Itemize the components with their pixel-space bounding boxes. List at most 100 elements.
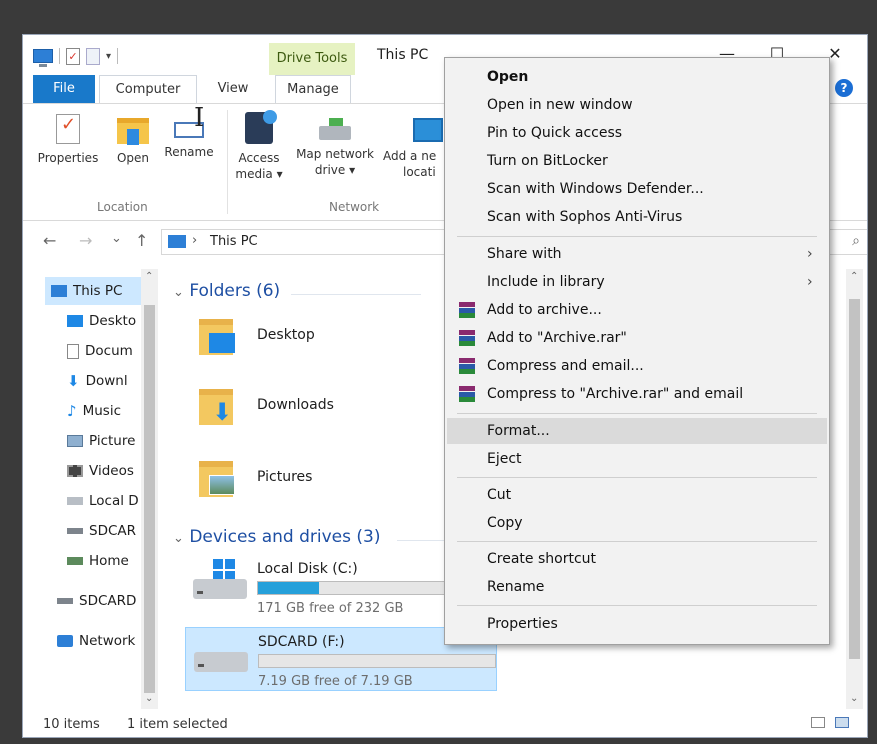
breadcrumb-chevron-icon[interactable]: › [192, 233, 197, 248]
menu-item-include-library[interactable]: Include in library › [447, 269, 827, 295]
menu-item-rename[interactable]: Rename [447, 574, 827, 600]
tab-manage[interactable]: Manage [275, 75, 351, 103]
collapse-chevron-icon[interactable]: ⌄ [173, 285, 184, 300]
menu-item-cut[interactable]: Cut [447, 482, 827, 508]
add-network-location-button[interactable]: Add a ne locati [383, 112, 445, 180]
videos-icon [67, 465, 83, 477]
tab-computer[interactable]: Computer [99, 75, 197, 103]
rename-button[interactable]: Rename [161, 110, 217, 160]
menu-item-compress-rar-email[interactable]: Compress to "Archive.rar" and email [447, 381, 827, 407]
drive-tools-header: Drive Tools [269, 43, 355, 75]
menu-item-add-archive-rar[interactable]: Add to "Archive.rar" [447, 325, 827, 351]
folder-label: Pictures [257, 469, 313, 485]
menu-item-open[interactable]: Open [447, 64, 827, 90]
scrollbar-thumb[interactable] [849, 299, 860, 659]
breadcrumb-this-pc[interactable]: This PC [210, 234, 258, 249]
sidebar-item-documents[interactable]: Docum [67, 337, 141, 365]
download-arrow-icon: ⬇ [211, 398, 233, 426]
menu-item-pin-quick-access[interactable]: Pin to Quick access [447, 120, 827, 146]
sidebar-item-home[interactable]: Home [67, 547, 141, 575]
section-title: Folders (6) [189, 281, 281, 301]
back-arrow-icon[interactable]: ← [43, 231, 56, 250]
customize-qat-chevron-icon[interactable]: ▾ [106, 51, 111, 62]
menu-item-add-archive[interactable]: Add to archive... [447, 297, 827, 323]
sidebar-item-desktop[interactable]: Deskto [67, 307, 141, 335]
scrollbar-thumb[interactable] [144, 305, 155, 693]
sidebar-item-label: Deskto [89, 313, 137, 329]
status-bar: 10 items 1 item selected [23, 709, 867, 737]
access-media-button[interactable]: Access media ▾ [233, 110, 285, 182]
scroll-up-chevron-icon[interactable]: ⌃ [850, 271, 858, 282]
add-location-label-1: Add a ne [383, 149, 437, 163]
menu-item-label: Rename [487, 579, 545, 595]
sidebar-item-label: Docum [85, 343, 133, 359]
properties-qat-icon[interactable]: ✓ [66, 47, 80, 65]
details-view-icon[interactable] [811, 717, 825, 728]
sidebar-item-label: Local D [89, 493, 139, 509]
devices-section-header[interactable]: ⌄ Devices and drives (3) [173, 527, 380, 547]
sidebar-item-label: Picture [89, 433, 136, 449]
recent-locations-chevron-icon[interactable]: ⌄ [111, 231, 122, 246]
sidebar-item-network[interactable]: Network [57, 627, 141, 655]
network-drive-icon [67, 557, 83, 565]
tab-view[interactable]: View [205, 75, 261, 103]
scroll-down-chevron-icon[interactable]: ⌄ [145, 693, 153, 704]
map-network-label-1: Map network [296, 147, 374, 161]
sidebar-item-label: Music [82, 403, 121, 419]
menu-item-scan-defender[interactable]: Scan with Windows Defender... [447, 176, 827, 202]
selection-count: 1 item selected [127, 717, 228, 732]
new-folder-qat-icon[interactable] [86, 47, 100, 65]
menu-separator [457, 477, 817, 478]
menu-item-label: Pin to Quick access [487, 125, 623, 141]
open-folder-icon [117, 118, 149, 145]
menu-item-compress-email[interactable]: Compress and email... [447, 353, 827, 379]
menu-item-properties[interactable]: Properties [447, 611, 827, 637]
menu-item-create-shortcut[interactable]: Create shortcut [447, 546, 827, 572]
address-input[interactable]: › This PC [161, 229, 451, 255]
scroll-down-chevron-icon[interactable]: ⌄ [850, 693, 858, 704]
menu-item-format[interactable]: Format... [447, 418, 827, 444]
menu-item-label: Turn on BitLocker [487, 153, 608, 169]
collapse-chevron-icon[interactable]: ⌄ [173, 531, 184, 546]
desktop-overlay [209, 333, 235, 353]
tab-file[interactable]: File [33, 75, 95, 103]
open-button[interactable]: Open [109, 112, 157, 166]
menu-item-scan-sophos[interactable]: Scan with Sophos Anti-Virus [447, 204, 827, 230]
quick-access-toolbar: ✓ ▾ [33, 45, 119, 67]
folders-section-header[interactable]: ⌄ Folders (6) [173, 281, 280, 301]
menu-item-open-new-window[interactable]: Open in new window [447, 92, 827, 118]
sidebar-item-local-disk[interactable]: Local D [67, 487, 141, 515]
menu-item-label: Open in new window [487, 97, 633, 113]
map-network-label-2: drive ▾ [314, 163, 356, 177]
forward-arrow-icon[interactable]: → [79, 231, 92, 250]
menu-item-copy[interactable]: Copy [447, 510, 827, 536]
sidebar-item-pictures[interactable]: Picture [67, 427, 141, 455]
scroll-up-chevron-icon[interactable]: ⌃ [145, 271, 153, 282]
navigation-pane-scrollbar[interactable]: ⌃ ⌄ [141, 269, 158, 709]
sidebar-item-downloads[interactable]: ⬇ Downl [67, 367, 141, 395]
help-button[interactable]: ? [835, 79, 853, 97]
large-icons-view-icon[interactable] [835, 717, 849, 728]
sidebar-item-this-pc[interactable]: This PC [45, 277, 147, 305]
sidebar-item-music[interactable]: ♪ Music [67, 397, 141, 425]
menu-item-eject[interactable]: Eject [447, 446, 827, 472]
menu-item-share-with[interactable]: Share with › [447, 241, 827, 267]
access-media-label-1: Access [238, 151, 280, 165]
content-scrollbar[interactable]: ⌃ ⌄ [846, 269, 863, 709]
pictures-folder-icon [199, 461, 235, 497]
sidebar-item-sdcard[interactable]: SDCAR [67, 517, 141, 545]
menu-item-bitlocker[interactable]: Turn on BitLocker [447, 148, 827, 174]
winrar-icon [459, 330, 475, 346]
winrar-icon [459, 302, 475, 318]
properties-button[interactable]: Properties [33, 112, 103, 166]
this-pc-icon[interactable] [33, 49, 53, 67]
up-arrow-icon[interactable]: ↑ [135, 231, 148, 250]
menu-item-label: Cut [487, 487, 512, 503]
sidebar-item-label: SDCAR [89, 523, 137, 539]
section-divider [291, 294, 421, 295]
sidebar-item-videos[interactable]: Videos [67, 457, 141, 485]
menu-separator [457, 541, 817, 542]
sidebar-item-sdcard-root[interactable]: SDCARD [57, 587, 141, 615]
removable-drive-icon [67, 528, 83, 534]
map-network-drive-button[interactable]: Map network drive ▾ [287, 112, 383, 178]
